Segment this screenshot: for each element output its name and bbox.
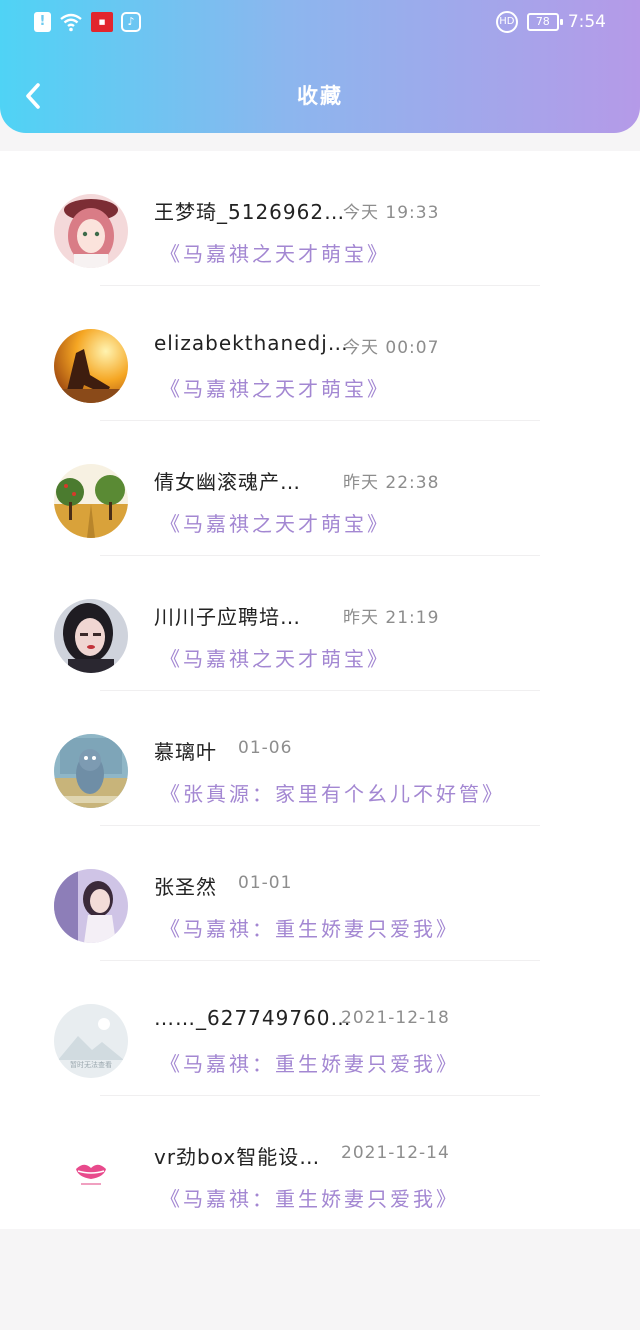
avatar-placeholder: 暂时无法查看 (54, 1004, 128, 1078)
list-item[interactable]: vr劲box智能设… 2021-12-14 《马嘉祺：重生娇妻只爱我》 (0, 1096, 640, 1231)
list-item[interactable]: 暂时无法查看 ……_627749760… 2021-12-18 《马嘉祺：重生娇… (0, 961, 640, 1096)
wifi-icon (60, 13, 82, 32)
work-title[interactable]: 《马嘉祺之天才萌宝》 (160, 643, 390, 672)
work-title[interactable]: 《马嘉祺：重生娇妻只爱我》 (160, 1048, 459, 1077)
status-bar: ! ■ ♪ HD 78 7:54 (0, 0, 640, 48)
user-name: 张圣然 (154, 875, 217, 899)
user-name: vr劲box智能设… (154, 1145, 321, 1169)
avatar (54, 194, 128, 268)
timestamp: 昨天 21:19 (343, 608, 440, 628)
avatar (54, 329, 128, 403)
avatar (54, 869, 128, 943)
timestamp: 今天 00:07 (343, 338, 440, 358)
app-notification-icon: ■ (91, 12, 113, 32)
timestamp: 01-06 (238, 738, 293, 758)
avatar (54, 1139, 128, 1213)
user-name: 王梦琦_5126962… (154, 200, 346, 224)
app-header: ! ■ ♪ HD 78 7:54 收藏 (0, 0, 640, 133)
user-name: 慕璃叶 (154, 740, 217, 764)
hd-icon: HD (495, 11, 518, 33)
user-name: ……_627749760… (154, 1006, 352, 1030)
avatar (54, 599, 128, 673)
timestamp: 今天 19:33 (343, 203, 440, 223)
timestamp: 2021-12-14 (341, 1143, 450, 1163)
battery-icon: 78 (526, 13, 563, 31)
work-title[interactable]: 《马嘉祺：重生娇妻只爱我》 (160, 1183, 459, 1212)
music-icon: ♪ (121, 12, 141, 32)
timestamp: 昨天 22:38 (343, 473, 440, 493)
timestamp: 2021-12-18 (341, 1008, 450, 1028)
clock: 7:54 (567, 12, 606, 32)
favorites-list: 王梦琦_5126962… 今天 19:33 《马嘉祺之天才萌宝》 elizabe… (0, 151, 640, 1229)
avatar (54, 734, 128, 808)
work-title[interactable]: 《马嘉祺之天才萌宝》 (160, 373, 390, 402)
user-name: elizabekthanedj… (154, 331, 349, 355)
work-title[interactable]: 《马嘉祺：重生娇妻只爱我》 (160, 913, 459, 942)
list-item[interactable]: elizabekthanedj… 今天 00:07 《马嘉祺之天才萌宝》 (0, 286, 640, 421)
user-name: 倩女幽滚魂产… (154, 470, 301, 494)
sim-alert-icon: ! (34, 12, 51, 32)
avatar-caption: 暂时无法查看 (70, 1060, 112, 1069)
list-item[interactable]: 张圣然 01-01 《马嘉祺：重生娇妻只爱我》 (0, 826, 640, 961)
list-item[interactable]: 倩女幽滚魂产… 昨天 22:38 《马嘉祺之天才萌宝》 (0, 421, 640, 556)
work-title[interactable]: 《马嘉祺之天才萌宝》 (160, 238, 390, 267)
list-item[interactable]: 川川子应聘培… 昨天 21:19 《马嘉祺之天才萌宝》 (0, 556, 640, 691)
page-title: 收藏 (297, 84, 343, 108)
work-title[interactable]: 《马嘉祺之天才萌宝》 (160, 508, 390, 537)
list-item[interactable]: 王梦琦_5126962… 今天 19:33 《马嘉祺之天才萌宝》 (0, 151, 640, 286)
work-title[interactable]: 《张真源：家里有个幺儿不好管》 (160, 778, 505, 807)
timestamp: 01-01 (238, 873, 293, 893)
list-item[interactable]: 慕璃叶 01-06 《张真源：家里有个幺儿不好管》 (0, 691, 640, 826)
avatar (54, 464, 128, 538)
user-name: 川川子应聘培… (154, 605, 301, 629)
